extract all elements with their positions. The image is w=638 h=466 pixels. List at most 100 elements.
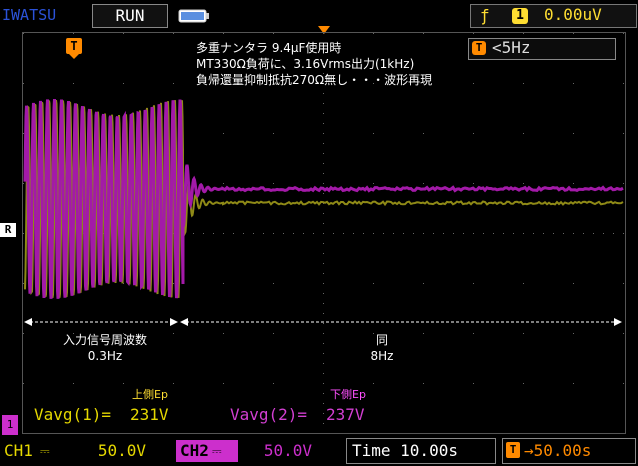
grid-dot bbox=[323, 413, 324, 414]
grid-dot bbox=[73, 33, 74, 34]
grid-dot bbox=[593, 233, 594, 234]
grid-dot bbox=[273, 133, 274, 134]
ch2-scale[interactable]: 50.0V bbox=[248, 440, 312, 462]
grid-dot bbox=[273, 283, 274, 284]
grid-dot bbox=[273, 33, 274, 34]
grid-dot bbox=[623, 83, 624, 84]
grid-dot bbox=[253, 233, 254, 234]
trigger-time-marker[interactable]: T bbox=[66, 38, 82, 54]
grid-dot bbox=[423, 33, 424, 34]
run-status-button[interactable]: RUN bbox=[92, 4, 168, 28]
grid-dot bbox=[323, 423, 324, 424]
grid-dot bbox=[323, 373, 324, 374]
grid-dot bbox=[323, 433, 324, 434]
grid-dot bbox=[423, 383, 424, 384]
grid-dot bbox=[73, 383, 74, 384]
grid-dot bbox=[623, 383, 624, 384]
grid-dot bbox=[573, 333, 574, 334]
grid-dot bbox=[423, 283, 424, 284]
grid-dot bbox=[323, 283, 324, 284]
grid-dot bbox=[473, 433, 474, 434]
grid-dot bbox=[423, 233, 424, 234]
grid-dot bbox=[233, 233, 234, 234]
grid-dot bbox=[523, 283, 524, 284]
grid-dot bbox=[363, 233, 364, 234]
grid-dot bbox=[23, 233, 24, 234]
grid-dot bbox=[313, 233, 314, 234]
grid-dot bbox=[413, 233, 414, 234]
grid-dot bbox=[523, 433, 524, 434]
grid-dot bbox=[623, 283, 624, 284]
grid-dot bbox=[73, 83, 74, 84]
grid-dot bbox=[523, 33, 524, 34]
ch1-ground-marker[interactable]: 1 bbox=[2, 415, 18, 435]
grid-dot bbox=[323, 133, 324, 134]
grid-dot bbox=[323, 143, 324, 144]
grid-dot bbox=[173, 333, 174, 334]
grid-dot bbox=[473, 133, 474, 134]
grid-dot bbox=[343, 233, 344, 234]
grid-dot bbox=[323, 223, 324, 224]
vavg2-label: Vavg(2)= bbox=[230, 405, 307, 425]
grid-dot bbox=[373, 233, 374, 234]
grid-dot bbox=[323, 333, 324, 334]
grid-dot bbox=[423, 183, 424, 184]
ch1-coupling-icon: ⎓ bbox=[40, 440, 50, 462]
ch1-label[interactable]: CH1 bbox=[4, 440, 33, 462]
grid-dot bbox=[523, 133, 524, 134]
grid-dot bbox=[23, 183, 24, 184]
grid-dot bbox=[323, 253, 324, 254]
grid-dot bbox=[473, 283, 474, 284]
grid-dot bbox=[23, 433, 24, 434]
reference-marker[interactable]: R bbox=[0, 223, 16, 237]
grid-dot bbox=[573, 183, 574, 184]
grid-dot bbox=[523, 183, 524, 184]
timebase-value: Time 10.00s bbox=[352, 440, 458, 462]
grid-dot bbox=[623, 183, 624, 184]
frequency-value: <5Hz bbox=[492, 38, 531, 58]
right-span-frequency: 8Hz bbox=[332, 348, 432, 364]
grid-dot bbox=[423, 433, 424, 434]
grid-dot bbox=[473, 33, 474, 34]
grid-dot bbox=[573, 433, 574, 434]
grid-dot bbox=[533, 233, 534, 234]
ch1-scale[interactable]: 50.0V bbox=[66, 440, 146, 462]
horizontal-position-icon: T bbox=[506, 442, 520, 458]
grid-dot bbox=[323, 123, 324, 124]
grid-dot bbox=[323, 303, 324, 304]
grid-dot bbox=[473, 383, 474, 384]
grid-dot bbox=[373, 133, 374, 134]
left-span-label: 入力信号周波数 bbox=[40, 332, 170, 348]
grid-dot bbox=[373, 33, 374, 34]
grid-dot bbox=[173, 283, 174, 284]
grid-dot bbox=[23, 333, 24, 334]
grid-dot bbox=[393, 233, 394, 234]
grid-dot bbox=[73, 433, 74, 434]
grid-dot bbox=[573, 33, 574, 34]
ch2-trace bbox=[25, 99, 623, 299]
note-line-1: 多重ナンタラ 9.4μF使用時 bbox=[196, 40, 341, 56]
grid-dot bbox=[573, 133, 574, 134]
ch2-label: CH2 bbox=[180, 440, 209, 462]
grid-dot bbox=[373, 433, 374, 434]
grid-dot bbox=[523, 333, 524, 334]
grid-dot bbox=[463, 233, 464, 234]
grid-dot bbox=[123, 83, 124, 84]
grid-dot bbox=[193, 233, 194, 234]
grid-dot bbox=[263, 233, 264, 234]
grid-dot bbox=[323, 383, 324, 384]
grid-dot bbox=[323, 363, 324, 364]
grid-dot bbox=[583, 233, 584, 234]
grid-dot bbox=[353, 233, 354, 234]
grid-dot bbox=[213, 233, 214, 234]
grid-dot bbox=[223, 433, 224, 434]
grid-dot bbox=[283, 233, 284, 234]
note-line-3: 負帰還量抑制抵抗270Ω無し・・・波形再現 bbox=[196, 72, 432, 88]
grid-dot bbox=[573, 283, 574, 284]
grid-dot bbox=[123, 383, 124, 384]
grid-dot bbox=[323, 293, 324, 294]
grid-dot bbox=[433, 233, 434, 234]
grid-dot bbox=[203, 233, 204, 234]
grid-dot bbox=[223, 233, 224, 234]
grid-dot bbox=[623, 333, 624, 334]
